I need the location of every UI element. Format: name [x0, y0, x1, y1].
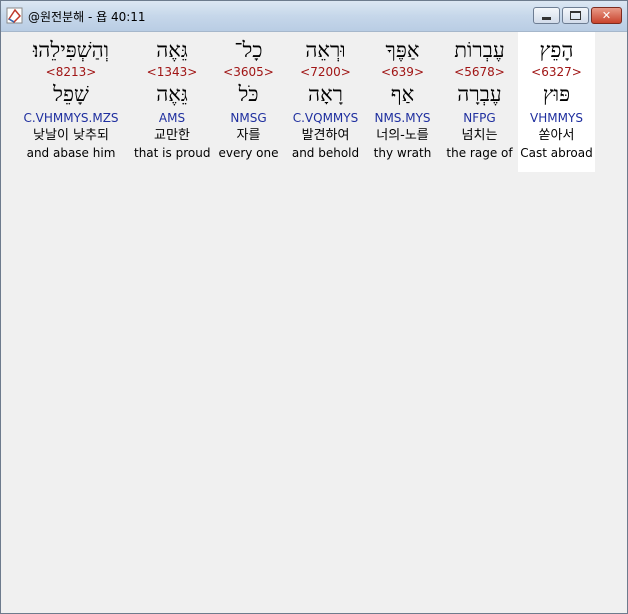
window-title: @원전분해 - 욥 40:11 [28, 10, 146, 24]
hebrew-word: אַפֶּךָ [385, 38, 420, 62]
app-window: @원전분해 - 욥 40:11 ✕ וְהַשְׁפִּילֵהוּ׃ <821… [0, 0, 628, 614]
hebrew-word: גֵּאֶה [156, 38, 188, 62]
minimize-button[interactable] [533, 7, 560, 24]
english-gloss: and behold [291, 146, 360, 160]
strong-number[interactable]: <7200> [287, 64, 364, 80]
parsing-code: NMS.MYS [374, 111, 431, 125]
hebrew-word: עֶבְרוֹת [454, 38, 505, 62]
word-row: וְהַשְׁפִּילֵהוּ׃ <8213> שָׁפֵל C.VHMMYS… [8, 32, 595, 172]
parsing-code: AMS [158, 111, 186, 125]
maximize-button[interactable] [562, 7, 589, 24]
window-controls: ✕ [533, 7, 622, 24]
minimize-icon [542, 16, 551, 20]
lemma-word: רָאָה [308, 82, 343, 106]
close-button[interactable]: ✕ [591, 7, 622, 24]
english-gloss: and abase him [26, 146, 116, 160]
analysis-panel: וְהַשְׁפִּילֵהוּ׃ <8213> שָׁפֵל C.VHMMYS… [8, 32, 622, 610]
word-column[interactable]: גֵּאֶה <1343> גֵּאֶה AMS 교만한 that is pro… [134, 32, 210, 172]
title-bar[interactable]: @원전분해 - 욥 40:11 ✕ [1, 1, 627, 32]
word-column[interactable]: עֶבְרוֹת <5678> עֶבְרָה NFPG 넘치는 the rag… [441, 32, 518, 172]
close-icon: ✕ [601, 9, 612, 22]
korean-gloss: 낮날이 낮추되 [33, 128, 109, 143]
word-column[interactable]: כָל־ <3605> כֹּל NMSG 자를 every one [210, 32, 287, 172]
parsing-code: VHMMYS [530, 111, 583, 125]
word-column-selected[interactable]: הָפֵץ <6327> פּוּץ VHMMYS 쏟아서 Cast abroa… [518, 32, 595, 172]
lemma-word: כֹּל [238, 82, 259, 106]
maximize-icon [570, 11, 581, 20]
parsing-code: C.VQMMYS [292, 111, 359, 125]
korean-gloss: 발견하여 [301, 128, 350, 143]
english-gloss: that is proud [134, 146, 211, 160]
hebrew-word: כָל־ [234, 38, 263, 62]
lemma-word: עֶבְרָה [457, 82, 502, 106]
strong-number[interactable]: <8213> [8, 64, 134, 80]
strong-number[interactable]: <639> [364, 64, 441, 80]
app-icon[interactable] [6, 7, 23, 24]
korean-gloss: 넘치는 [461, 128, 498, 143]
lemma-word: שָׁפֵל [53, 82, 89, 106]
word-column[interactable]: וּרְאֵה <7200> רָאָה C.VQMMYS 발견하여 and b… [287, 32, 364, 172]
korean-gloss: 쏟아서 [538, 128, 575, 143]
strong-number[interactable]: <3605> [210, 64, 287, 80]
strong-number[interactable]: <6327> [518, 64, 595, 80]
korean-gloss: 너의-노를 [376, 128, 429, 143]
lemma-word: פּוּץ [542, 82, 571, 106]
hebrew-word: הָפֵץ [539, 38, 574, 62]
lemma-word: אַף [390, 82, 415, 106]
word-column[interactable]: וְהַשְׁפִּילֵהוּ׃ <8213> שָׁפֵל C.VHMMYS… [8, 32, 134, 172]
parsing-code: NFPG [463, 111, 496, 125]
hebrew-word: וְהַשְׁפִּילֵהוּ׃ [32, 38, 110, 62]
parsing-code: C.VHMMYS.MZS [23, 111, 119, 125]
strong-number[interactable]: <5678> [441, 64, 518, 80]
english-gloss: thy wrath [373, 146, 432, 160]
parsing-code: NMSG [230, 111, 267, 125]
korean-gloss: 교만한 [154, 128, 190, 143]
english-gloss: Cast abroad [520, 146, 593, 160]
korean-gloss: 자를 [236, 128, 261, 143]
english-gloss: the rage of [446, 146, 513, 160]
word-column[interactable]: אַפֶּךָ <639> אַף NMS.MYS 너의-노를 thy wrat… [364, 32, 441, 172]
strong-number[interactable]: <1343> [134, 64, 210, 80]
english-gloss: every one [218, 146, 279, 160]
lemma-word: גֵּאֶה [156, 82, 188, 106]
hebrew-word: וּרְאֵה [305, 38, 346, 62]
